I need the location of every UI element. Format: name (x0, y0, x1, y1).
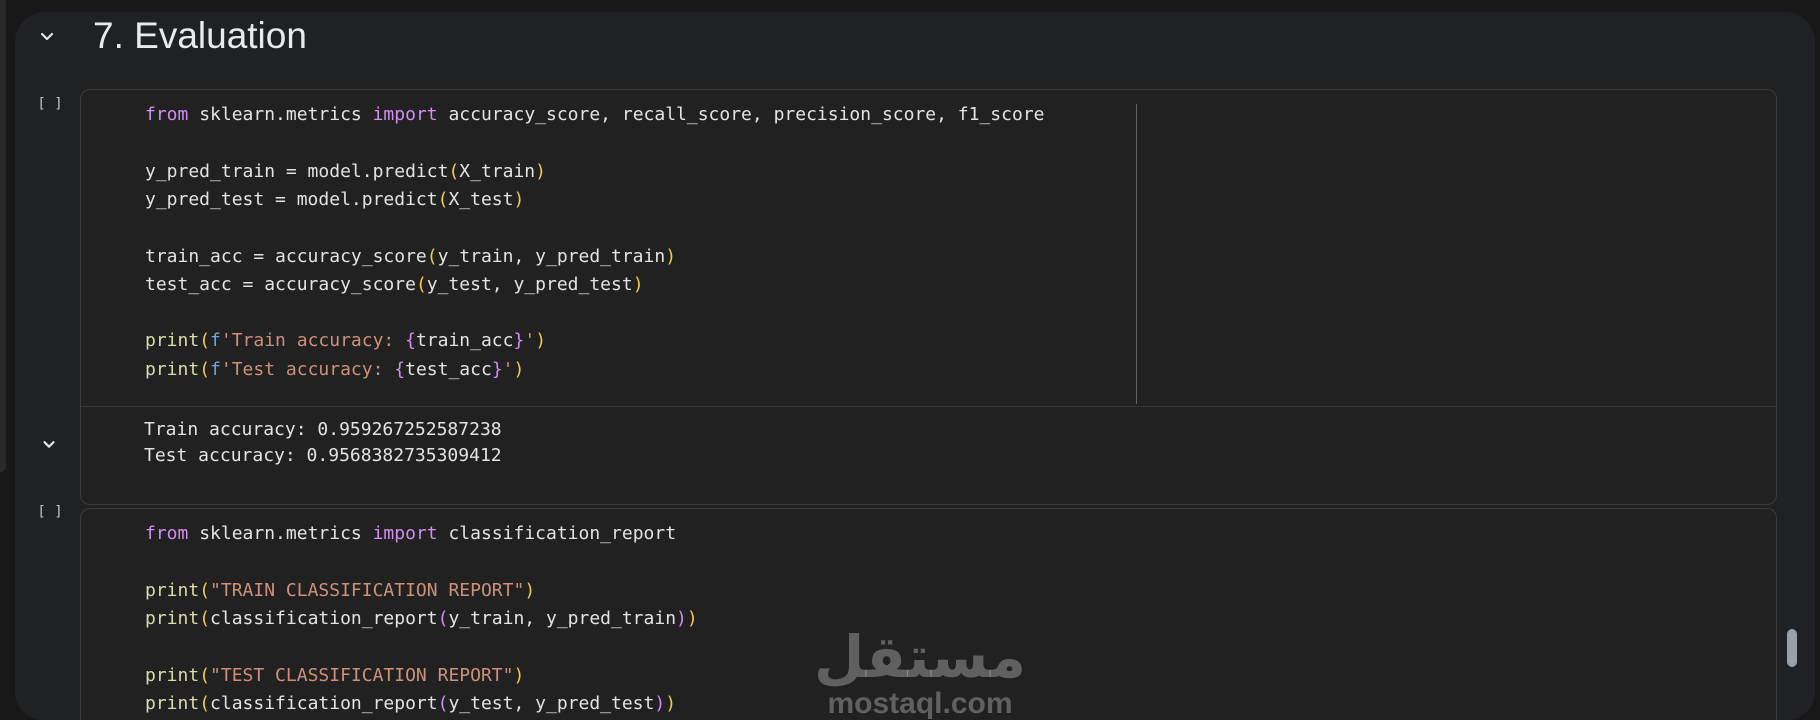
code-token: ) (535, 160, 546, 182)
code-token: print (145, 607, 200, 629)
cell-2-run-button[interactable]: [ ] (37, 504, 63, 522)
code-token: } (513, 330, 525, 352)
editor-ruler (1136, 104, 1137, 404)
code-line[interactable]: train_acc = accuracy_score(y_train, y_pr… (145, 243, 676, 271)
left-edge-strip (0, 0, 6, 472)
scrollbar-thumb[interactable] (1787, 629, 1797, 667)
output-toggle-button[interactable] (35, 430, 63, 458)
code-token: ) (513, 188, 525, 210)
chevron-down-icon (40, 32, 54, 41)
code-token: ( (437, 692, 449, 714)
code-token: test_acc = accuracy_score (145, 273, 416, 295)
code-token: y_test, y_pred_test (426, 273, 633, 295)
code-token: ( (199, 330, 211, 352)
code-token: test_acc (405, 358, 492, 380)
code-token: ) (632, 273, 644, 295)
code-token: sklearn.metrics (188, 104, 373, 125)
code-token: ' (524, 330, 536, 352)
code-token: 'Train accuracy: (220, 330, 406, 352)
code-line[interactable]: print("TEST CLASSIFICATION REPORT") (145, 662, 524, 690)
code-line[interactable]: print(classification_report(y_test, y_pr… (145, 690, 676, 718)
code-token: f (210, 330, 221, 352)
code-token: X_train (459, 160, 536, 182)
code-token: train_acc = accuracy_score (145, 245, 427, 267)
code-token: classification_report (437, 523, 677, 544)
code-line[interactable]: y_pred_train = model.predict(X_train) (145, 158, 546, 186)
code-line[interactable]: print("TRAIN CLASSIFICATION REPORT") (145, 577, 535, 605)
chevron-down-icon (43, 441, 55, 448)
code-token: { (394, 358, 406, 380)
code-line[interactable]: y_pred_test = model.predict(X_test) (145, 186, 524, 214)
code-cell-2[interactable]: from sklearn.metrics import classificati… (80, 508, 1777, 720)
code-token: ' (502, 358, 514, 380)
notebook-panel: 7. Evaluation [ ] from sklearn.metrics i… (15, 12, 1815, 720)
code-token: } (491, 358, 503, 380)
code-token: ( (415, 273, 427, 295)
code-token: print (145, 330, 200, 352)
code-line[interactable]: print(f'Train accuracy: {train_acc}') (145, 327, 546, 355)
code-token: from (145, 104, 189, 125)
cell-1-run-button[interactable]: [ ] (37, 96, 63, 114)
code-token: y_train, y_pred_train (437, 245, 666, 267)
code-token: classification_report (210, 692, 438, 714)
code-token: import (372, 523, 438, 544)
code-token: classification_report (210, 607, 438, 629)
code-token: ( (199, 692, 211, 714)
code-token: ) (686, 607, 698, 629)
code-line[interactable]: from sklearn.metrics import accuracy_sco… (145, 101, 1045, 129)
code-token: import (372, 104, 438, 125)
code-token: ( (199, 579, 211, 601)
code-cell-1[interactable]: from sklearn.metrics import accuracy_sco… (80, 89, 1777, 505)
code-token: ( (199, 607, 211, 629)
code-line[interactable]: print(f'Test accuracy: {test_acc}') (145, 356, 524, 384)
code-token: ( (448, 160, 460, 182)
code-token: print (145, 664, 200, 686)
code-token: print (145, 579, 200, 601)
output-line: Train accuracy: 0.959267252587238 (144, 419, 502, 440)
code-token: ( (199, 358, 211, 380)
code-token: sklearn.metrics (188, 523, 373, 544)
section-header: 7. Evaluation (15, 12, 1815, 68)
code-token: ) (513, 358, 525, 380)
code-token: print (145, 358, 200, 380)
code-token: 'Test accuracy: (220, 358, 395, 380)
code-token: X_test (448, 188, 514, 210)
code-line[interactable]: from sklearn.metrics import classificati… (145, 520, 676, 548)
code-token: ) (524, 579, 536, 601)
code-token: ) (513, 664, 525, 686)
code-token: "TEST CLASSIFICATION REPORT" (210, 664, 514, 686)
code-token: ( (426, 245, 438, 267)
code-token: { (405, 330, 416, 352)
code-token: ( (437, 607, 449, 629)
code-token: ( (199, 664, 211, 686)
code-token: ) (535, 330, 547, 352)
code-token: from (145, 523, 189, 544)
code-token: accuracy_score, recall_score, precision_… (437, 104, 1045, 125)
code-token: y_test, y_pred_test (448, 692, 655, 714)
code-token: f (210, 358, 221, 380)
code-line[interactable]: print(classification_report(y_train, y_p… (145, 605, 698, 633)
code-token: ) (665, 245, 677, 267)
code-token: y_pred_test = model.predict (145, 188, 438, 210)
code-line[interactable]: test_acc = accuracy_score(y_test, y_pred… (145, 271, 644, 299)
code-token: train_acc (415, 330, 514, 352)
code-token: ) (676, 607, 687, 629)
code-token: print (145, 692, 200, 714)
code-token: y_pred_train = model.predict (145, 160, 449, 182)
output-line: Test accuracy: 0.9568382735309412 (144, 445, 502, 466)
code-token: "TRAIN CLASSIFICATION REPORT" (210, 579, 525, 601)
code-token: y_train, y_pred_train (448, 607, 677, 629)
code-token: ) (665, 692, 677, 714)
cell-1-output: Train accuracy: 0.959267252587238 Test a… (81, 406, 1776, 481)
section-collapse-button[interactable] (33, 22, 61, 50)
code-token: ) (654, 692, 666, 714)
code-token: ( (437, 188, 449, 210)
section-title: 7. Evaluation (93, 15, 307, 56)
